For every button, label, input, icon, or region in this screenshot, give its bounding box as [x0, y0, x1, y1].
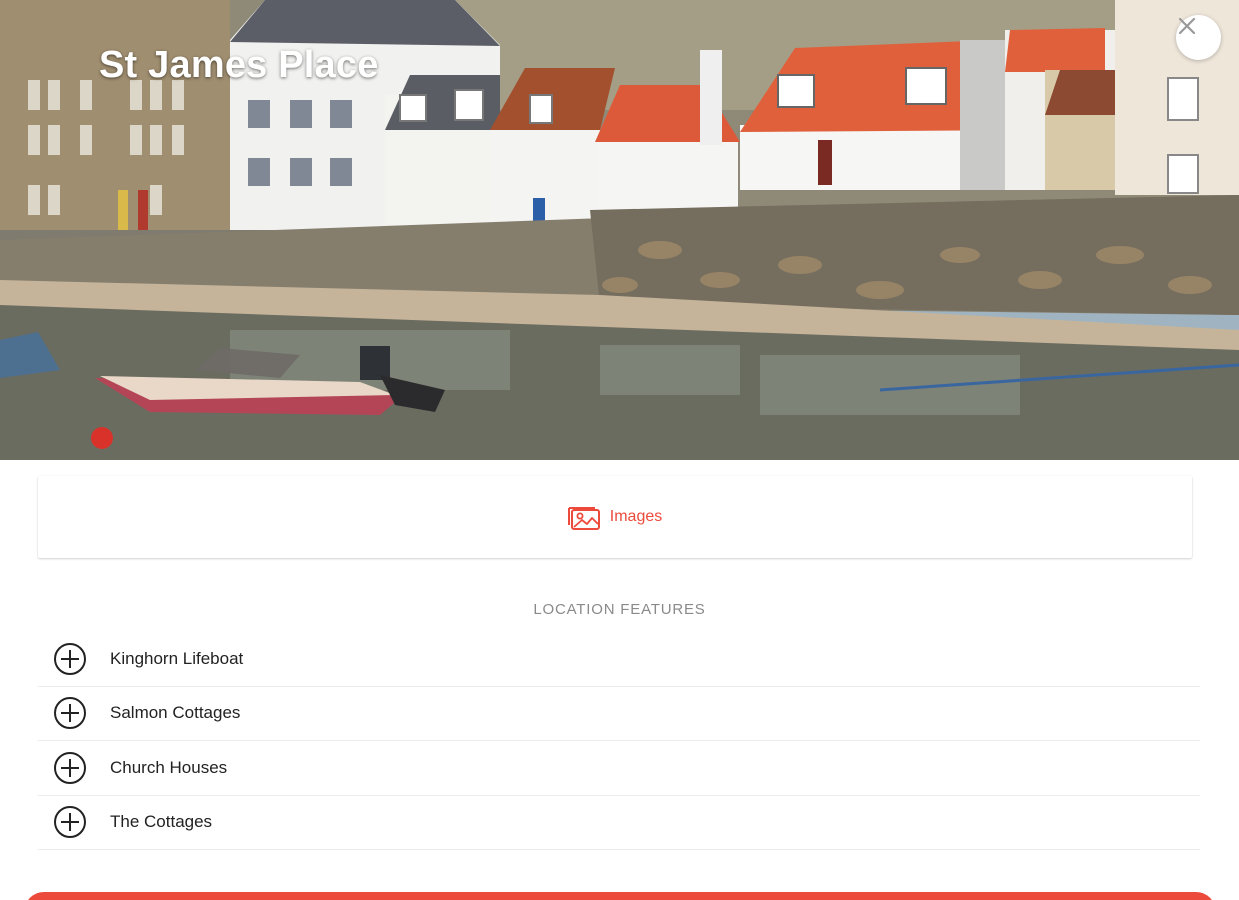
location-features-list: Kinghorn Lifeboat Salmon Cottages Church… [38, 632, 1200, 850]
close-icon [1178, 17, 1196, 35]
location-features-heading: LOCATION FEATURES [533, 601, 706, 618]
page-title: St James Place [99, 44, 379, 86]
media-tab-bar: Images [38, 476, 1192, 558]
feature-label: Salmon Cottages [110, 703, 241, 723]
plus-circle-icon [53, 696, 87, 730]
primary-action-button[interactable] [24, 892, 1216, 900]
images-icon [567, 507, 600, 530]
feature-item-kinghorn-lifeboat[interactable]: Kinghorn Lifeboat [38, 632, 1200, 687]
feature-item-church-houses[interactable]: Church Houses [38, 741, 1200, 796]
close-button[interactable] [1176, 15, 1221, 60]
tab-images[interactable]: Images [567, 503, 663, 531]
feature-label: Church Houses [110, 757, 228, 777]
feature-item-salmon-cottages[interactable]: Salmon Cottages [38, 687, 1200, 741]
tab-images-label: Images [609, 508, 663, 525]
feature-label: Kinghorn Lifeboat [110, 648, 244, 668]
feature-label: The Cottages [110, 812, 213, 832]
plus-circle-icon [53, 642, 87, 676]
feature-item-the-cottages[interactable]: The Cottages [38, 796, 1200, 850]
plus-circle-icon [53, 751, 87, 785]
hero-photo: St James Place [0, 0, 1239, 460]
plus-circle-icon [53, 805, 87, 839]
